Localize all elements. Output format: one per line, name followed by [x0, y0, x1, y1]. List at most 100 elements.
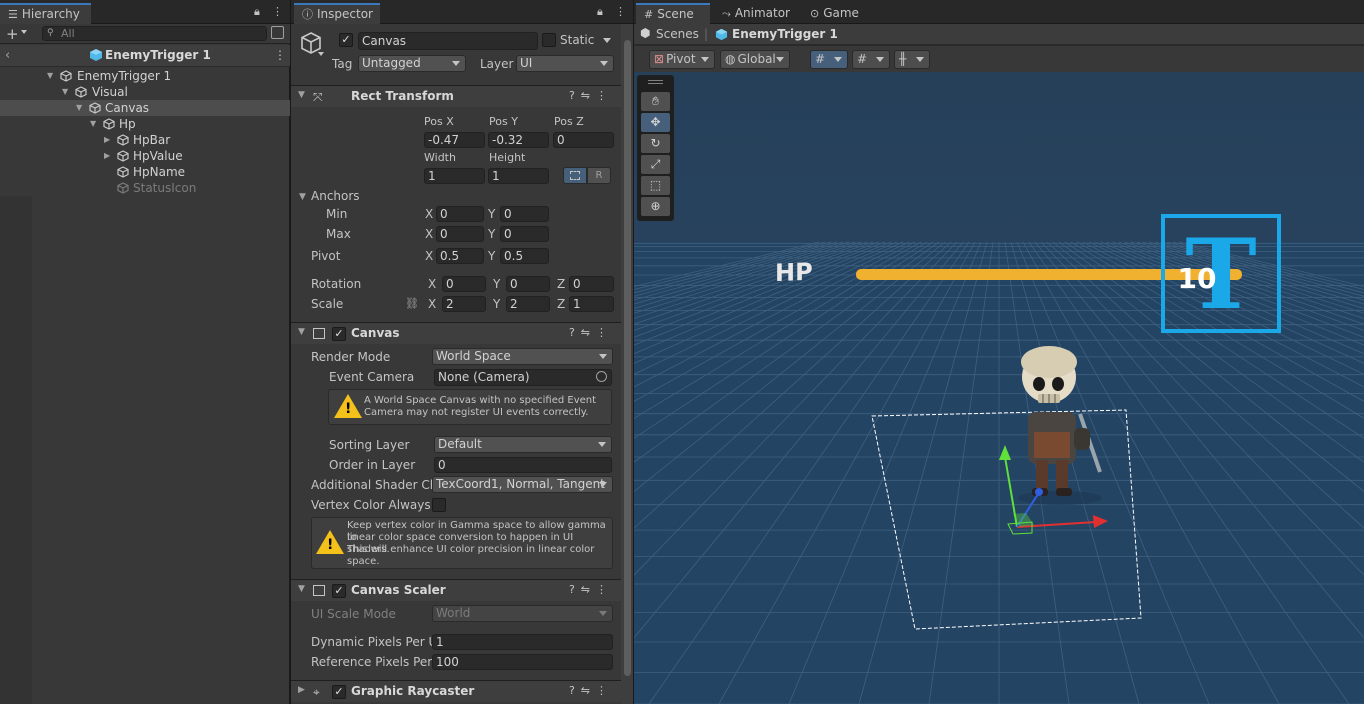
- global-toggle[interactable]: ◍ Global: [720, 50, 790, 69]
- lock-icon[interactable]: 🔒︎: [254, 5, 260, 19]
- canvas-scaler-header[interactable]: ▼ ✓ Canvas Scaler ?⇋⋮: [291, 579, 621, 601]
- component-header-buttons[interactable]: ?⇋⋮: [569, 583, 613, 596]
- pos-x-field[interactable]: -0.47: [424, 132, 485, 148]
- anchor-max-y-field[interactable]: 0: [500, 226, 549, 242]
- hierarchy-search-input[interactable]: ⚲ All: [42, 26, 267, 41]
- event-camera-field[interactable]: None (Camera): [434, 369, 612, 386]
- more-menu-icon[interactable]: ⋮: [596, 89, 613, 102]
- anchor-max-x-field[interactable]: 0: [436, 226, 484, 242]
- fold-right-icon[interactable]: ▶: [298, 685, 305, 695]
- more-menu-icon[interactable]: ⋮: [615, 5, 626, 18]
- fold-down-icon[interactable]: ▼: [47, 68, 53, 84]
- add-dropdown-icon[interactable]: [21, 30, 27, 34]
- tab-hierarchy[interactable]: ☰ Hierarchy: [0, 3, 91, 24]
- more-menu-icon[interactable]: ⋮: [274, 48, 286, 62]
- rect-tool-button[interactable]: ⬚: [641, 176, 670, 195]
- order-in-layer-field[interactable]: 0: [434, 457, 612, 473]
- render-mode-dropdown[interactable]: World Space: [432, 348, 613, 365]
- scale-tool-button[interactable]: ⤢: [641, 155, 670, 174]
- fold-down-icon[interactable]: ▼: [298, 327, 305, 337]
- reference-pixels-field[interactable]: 100: [432, 654, 613, 670]
- hierarchy-item-canvas[interactable]: ▼ Canvas: [0, 100, 290, 116]
- canvas-enabled-checkbox[interactable]: ✓: [332, 327, 346, 341]
- lock-icon[interactable]: 🔒︎: [597, 5, 603, 19]
- canvas-scaler-enabled-checkbox[interactable]: ✓: [332, 584, 346, 598]
- tab-scene[interactable]: # Scene: [636, 3, 710, 24]
- tab-animator[interactable]: ⤳ Animator: [714, 3, 800, 24]
- grid-toggle[interactable]: #: [810, 50, 848, 69]
- more-menu-icon[interactable]: ⋮: [272, 5, 283, 18]
- static-checkbox[interactable]: [542, 33, 556, 47]
- hand-tool-button[interactable]: ✋︎: [641, 92, 670, 111]
- canvas-component-header[interactable]: ▼ ✓ Canvas ?⇋⋮: [291, 322, 621, 344]
- object-picker-icon[interactable]: [596, 371, 607, 382]
- static-dropdown-icon[interactable]: [603, 38, 611, 43]
- fold-down-icon[interactable]: ▼: [90, 116, 96, 132]
- add-icon[interactable]: +: [6, 25, 19, 43]
- hierarchy-item-hpvalue[interactable]: ▶ HpValue: [0, 148, 290, 164]
- layer-dropdown[interactable]: UI: [516, 55, 614, 72]
- transform-tool-button[interactable]: ⊕: [641, 197, 670, 216]
- pos-y-field[interactable]: -0.32: [488, 132, 549, 148]
- rotation-x-field[interactable]: 0: [442, 276, 486, 292]
- height-field[interactable]: 1: [488, 168, 549, 184]
- preset-icon[interactable]: ⇋: [581, 583, 596, 596]
- fold-down-icon[interactable]: ▼: [62, 84, 68, 100]
- dynamic-pixels-field[interactable]: 1: [432, 634, 613, 650]
- preset-icon[interactable]: ⇋: [581, 684, 596, 697]
- more-menu-icon[interactable]: ⋮: [596, 326, 613, 339]
- scale-z-field[interactable]: 1: [569, 296, 614, 312]
- help-icon[interactable]: ?: [569, 583, 581, 596]
- drag-handle-icon[interactable]: [648, 80, 663, 84]
- shader-channels-dropdown[interactable]: TexCoord1, Normal, Tangent: [432, 476, 613, 493]
- graphic-raycaster-header[interactable]: ▶ ⌖ ✓ Graphic Raycaster ?⇋⋮: [291, 680, 621, 702]
- hierarchy-item-visual[interactable]: ▼ Visual: [0, 84, 290, 100]
- rect-transform-header[interactable]: ▼ ⤧ Rect Transform ?⇋⋮: [291, 85, 621, 107]
- scale-x-field[interactable]: 2: [442, 296, 486, 312]
- back-arrow-icon[interactable]: ‹: [5, 48, 10, 63]
- rotate-tool-button[interactable]: ↻: [641, 134, 670, 153]
- anchors-fold-icon[interactable]: ▼: [299, 192, 306, 202]
- hierarchy-item-hpname[interactable]: HpName: [0, 164, 290, 180]
- rotation-z-field[interactable]: 0: [569, 276, 614, 292]
- tag-dropdown[interactable]: Untagged: [358, 55, 466, 72]
- anchor-min-x-field[interactable]: 0: [436, 206, 484, 222]
- fold-right-icon[interactable]: ▶: [104, 132, 110, 148]
- snap-toggle[interactable]: #: [852, 50, 890, 69]
- pivot-toggle[interactable]: ⊠ Pivot: [649, 50, 715, 69]
- tab-game[interactable]: ⊙ Game: [802, 3, 872, 24]
- preset-icon[interactable]: ⇋: [581, 326, 596, 339]
- raw-edit-button[interactable]: R: [587, 167, 611, 184]
- blueprint-mode-button[interactable]: [563, 167, 587, 184]
- more-menu-icon[interactable]: ⋮: [596, 583, 613, 596]
- object-name-field[interactable]: Canvas: [358, 32, 538, 50]
- anchor-min-y-field[interactable]: 0: [500, 206, 549, 222]
- component-header-buttons[interactable]: ?⇋⋮: [569, 89, 613, 102]
- fold-down-icon[interactable]: ▼: [298, 584, 305, 594]
- help-icon[interactable]: ?: [569, 326, 581, 339]
- scene-visibility-icon[interactable]: [271, 26, 284, 39]
- active-checkbox[interactable]: ✓: [339, 33, 353, 47]
- hierarchy-item-enemytrigger[interactable]: ▼ EnemyTrigger 1: [0, 68, 290, 84]
- icon-dropdown-icon[interactable]: [318, 52, 324, 56]
- pivot-y-field[interactable]: 0.5: [500, 248, 549, 264]
- sorting-layer-dropdown[interactable]: Default: [434, 436, 612, 453]
- inspector-scrollbar-thumb[interactable]: [624, 40, 631, 676]
- hierarchy-item-hpbar[interactable]: ▶ HpBar: [0, 132, 290, 148]
- pivot-x-field[interactable]: 0.5: [436, 248, 484, 264]
- more-menu-icon[interactable]: ⋮: [596, 684, 613, 697]
- pos-z-field[interactable]: 0: [553, 132, 614, 148]
- move-tool-button[interactable]: ✥: [641, 113, 670, 132]
- scale-y-field[interactable]: 2: [506, 296, 550, 312]
- constrain-proportions-icon[interactable]: ⛓︎: [405, 297, 419, 310]
- hierarchy-item-hp[interactable]: ▼ Hp: [0, 116, 290, 132]
- breadcrumb-current[interactable]: EnemyTrigger 1: [732, 27, 838, 41]
- hierarchy-item-statusicon[interactable]: StatusIcon: [0, 180, 290, 196]
- help-icon[interactable]: ?: [569, 89, 581, 102]
- vertex-color-checkbox[interactable]: [432, 498, 446, 512]
- graphic-raycaster-enabled-checkbox[interactable]: ✓: [332, 685, 346, 699]
- rotation-y-field[interactable]: 0: [506, 276, 550, 292]
- breadcrumb-scenes[interactable]: Scenes: [656, 27, 699, 41]
- increment-snap-button[interactable]: ╫: [894, 50, 930, 69]
- component-header-buttons[interactable]: ?⇋⋮: [569, 326, 613, 339]
